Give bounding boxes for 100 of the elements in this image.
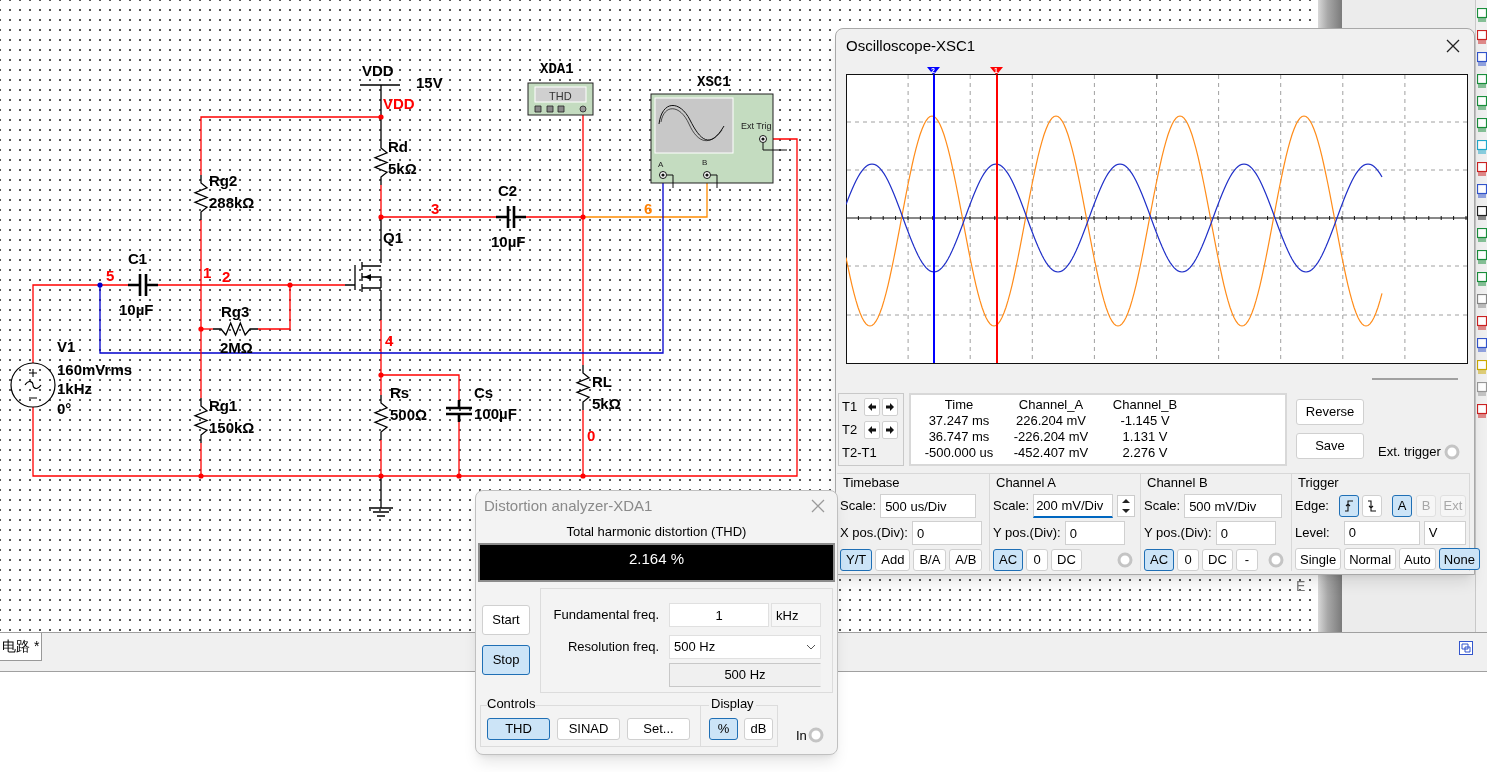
field-label: Resolution freq. [566,638,660,657]
resolution-dropdown[interactable]: 500 Hz [669,635,821,659]
net-label: 5 [106,267,115,284]
left-arrow-icon[interactable] [867,424,877,435]
group-title: Trigger [1297,475,1340,491]
capacitor-symbol [494,204,528,230]
run-button[interactable]: Start [482,605,530,635]
mode-button[interactable]: THD [487,718,550,740]
group-title: Channel A [995,475,1057,491]
component-value: 10µF [491,233,526,250]
net-label: 4 [385,332,394,349]
reverse-button[interactable]: Reverse [1296,399,1364,425]
unit-field[interactable]: V [1423,520,1466,545]
spinner[interactable] [1117,495,1136,517]
resistor-symbol [193,174,209,221]
right-arrow-icon[interactable] [885,401,895,412]
falling-edge-button[interactable] [1362,494,1382,517]
ac-source-symbol [10,362,56,408]
coupling-button[interactable]: AC [1144,548,1175,571]
unit-button[interactable]: % [709,718,738,740]
level-field[interactable]: 0 [1343,520,1420,545]
component-value: 500Ω [390,406,428,423]
component-label: V1 [57,338,76,355]
window-icon[interactable] [1459,641,1473,655]
mode-button[interactable]: SINAD [557,718,620,740]
close-button[interactable] [1444,37,1462,55]
scrollbar[interactable] [1372,378,1458,380]
coupling-button[interactable]: DC [1051,548,1082,571]
terminal-icon [1117,551,1133,568]
position-field[interactable]: 0 [1215,521,1276,545]
scale-field[interactable]: 200 mV/Div [1033,494,1114,518]
instrument-icon[interactable] [1476,206,1487,220]
component-label: Cs [474,384,494,401]
field-label: Y pos.(Div): [1144,524,1212,543]
trigger-mode-button[interactable]: None [1438,548,1480,571]
scale-field[interactable]: 500 mV/Div [1184,494,1283,518]
left-arrow-icon[interactable] [867,401,877,412]
component-label: Q1 [383,229,403,246]
mode-button[interactable]: Add [875,548,911,571]
junction-dot [198,473,204,479]
instrument-icon[interactable] [1476,52,1487,66]
trigger-mode-button[interactable]: Single [1295,548,1342,571]
trigger-mode-button[interactable]: Normal [1344,548,1397,571]
table-cell-text: -452.407 mV [1012,445,1090,461]
component-value: 160mVrms [57,361,133,378]
terminal-label: B [702,158,708,167]
position-field[interactable]: 0 [911,521,982,545]
chevron-icon[interactable] [806,644,816,650]
mode-button[interactable]: Y/T [840,548,873,571]
group-title: Display [709,698,756,712]
instrument-icon[interactable] [1476,184,1487,198]
rising-edge-button[interactable] [1339,494,1359,517]
ext-trigger-label: Ext. trigger [1378,443,1441,461]
mode-button[interactable]: A/B [949,548,983,571]
mode-button[interactable]: Set... [627,718,690,740]
net-label: 2 [222,268,231,285]
run-button[interactable]: Stop [482,645,530,675]
cursor-label: T2-T1 [842,443,877,462]
coupling-button[interactable]: 0 [1026,548,1049,571]
field-label: Y pos.(Div): [993,524,1061,543]
right-arrow-button[interactable] [882,420,898,439]
component-value: 5kΩ [592,395,621,412]
junction-dot [198,326,204,332]
component-value: 288kΩ [209,194,255,211]
left-arrow-button[interactable] [864,420,880,439]
terminal-icon [807,727,824,744]
unit-field[interactable]: kHz [771,603,821,627]
table-cell-text: 37.247 ms [927,413,991,429]
frequency-field[interactable]: 1 [669,603,769,627]
coupling-button[interactable]: DC [1202,548,1233,571]
falling-edge-icon[interactable] [1367,499,1377,512]
component-label: C1 [128,250,148,267]
column-header: Channel_B [1111,397,1179,413]
coupling-button[interactable]: 0 [1177,548,1200,571]
right-arrow-button[interactable] [882,397,898,416]
supply-voltage: 15V [416,74,443,91]
junction-dot [287,282,293,288]
trigger-mode-button[interactable]: Auto [1399,548,1436,571]
scale-field[interactable]: 500 us/Div [880,494,977,518]
rising-edge-icon[interactable] [1344,499,1354,512]
table-cell-text: 36.747 ms [927,429,991,445]
resistor-symbol [212,321,259,337]
instrument-display-text: THD [549,90,572,102]
junction-dot [580,214,586,220]
input-label: In [796,726,807,745]
right-arrow-icon[interactable] [885,424,895,435]
source-button[interactable]: A [1392,494,1412,517]
unit-button[interactable]: dB [744,718,773,740]
component-value: 2MΩ [220,339,253,356]
coupling-button[interactable]: - [1235,548,1258,571]
component-label: Rs [390,384,410,401]
left-arrow-button[interactable] [864,397,880,416]
mode-button[interactable]: B/A [913,548,947,571]
instrument-icon[interactable] [1476,338,1487,352]
position-field[interactable]: 0 [1064,521,1125,545]
field-label: Fundamental freq. [552,606,660,625]
save-button[interactable]: Save [1296,433,1364,459]
coupling-button[interactable]: AC [993,548,1024,571]
terminal-label: A [658,160,664,169]
document-tab[interactable]: 电路 * [0,633,43,661]
